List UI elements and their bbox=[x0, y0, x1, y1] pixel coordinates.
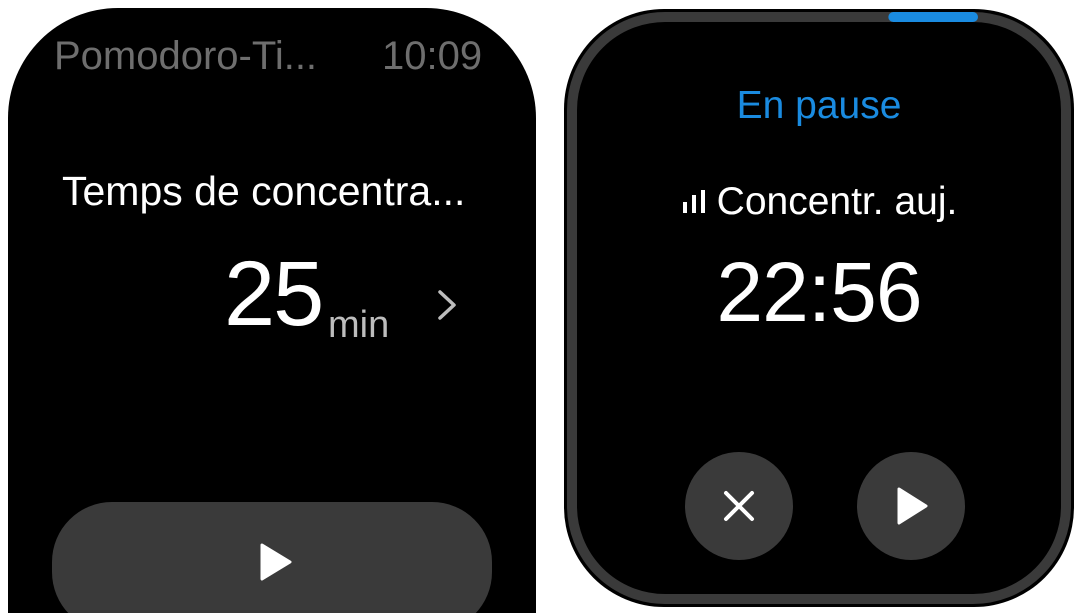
close-icon bbox=[724, 491, 754, 521]
focus-duration-unit: min bbox=[328, 304, 390, 346]
watch-screen-paused: En pause Concentr. auj. 22:56 bbox=[563, 8, 1075, 608]
play-icon bbox=[897, 487, 928, 525]
today-focus-time: 22:56 bbox=[716, 245, 922, 339]
bar-chart-icon bbox=[682, 190, 705, 213]
today-focus-stat[interactable]: Concentr. auj. bbox=[563, 180, 1075, 224]
focus-duration-label[interactable]: Temps de concentra... bbox=[62, 168, 465, 215]
chevron-right-icon[interactable] bbox=[434, 288, 462, 322]
watch-screen-setup: Pomodoro-Ti... 10:09 Temps de concentra.… bbox=[8, 8, 536, 613]
focus-duration-value[interactable]: 25 bbox=[224, 248, 324, 340]
status-clock: 10:09 bbox=[382, 34, 483, 78]
app-title: Pomodoro-Ti... bbox=[54, 34, 318, 78]
today-focus-label: Concentr. auj. bbox=[716, 180, 958, 223]
stage: Pomodoro-Ti... 10:09 Temps de concentra.… bbox=[0, 0, 1078, 613]
cancel-button[interactable] bbox=[685, 452, 793, 560]
start-button[interactable] bbox=[52, 502, 492, 613]
timer-status: En pause bbox=[736, 84, 902, 127]
play-icon bbox=[260, 543, 292, 581]
resume-button[interactable] bbox=[857, 452, 965, 560]
